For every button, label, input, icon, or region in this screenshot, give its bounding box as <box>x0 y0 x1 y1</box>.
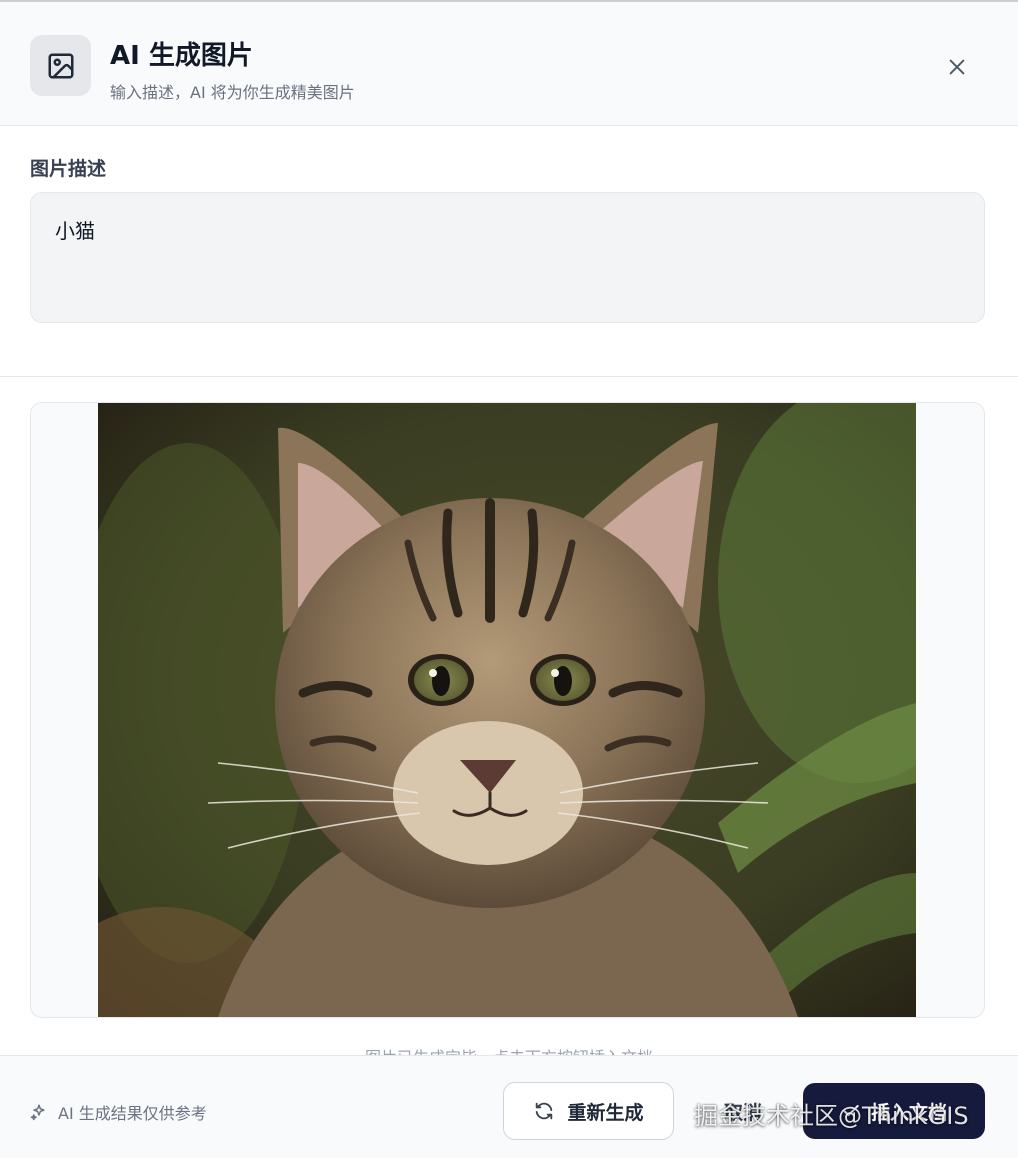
dialog-footer: AI 生成结果仅供参考 重新生成 取消 插入文档 <box>0 1055 1018 1158</box>
close-icon <box>949 59 965 75</box>
disclaimer: AI 生成结果仅供参考 <box>30 1100 207 1124</box>
refresh-icon <box>536 1102 553 1120</box>
close-button[interactable] <box>938 48 976 86</box>
image-icon <box>30 35 91 96</box>
description-input[interactable] <box>30 192 985 323</box>
insert-label: 插入文档 <box>870 1101 947 1124</box>
generated-kitten-image <box>98 403 916 1017</box>
dialog-subtitle: 输入描述，AI 将为你生成精美图片 <box>110 83 355 102</box>
regenerate-label: 重新生成 <box>567 1101 644 1124</box>
cancel-button[interactable]: 取消 <box>700 1082 786 1140</box>
ai-image-dialog: AI 生成图片 输入描述，AI 将为你生成精美图片 图片描述 小猫 AI 生成结… <box>0 0 1018 1158</box>
disclaimer-text: AI 生成结果仅供参考 <box>58 1104 207 1123</box>
regenerate-button[interactable]: 重新生成 <box>503 1082 674 1140</box>
image-preview-frame <box>30 402 985 1018</box>
dialog-header: AI 生成图片 输入描述，AI 将为你生成精美图片 <box>0 2 1018 126</box>
sparkle-icon <box>30 1104 45 1121</box>
insert-document-button[interactable]: 插入文档 <box>803 1083 985 1139</box>
section-divider <box>0 376 1018 377</box>
description-label: 图片描述 <box>30 158 107 180</box>
check-icon <box>843 1105 859 1117</box>
dialog-title: AI 生成图片 <box>110 41 253 71</box>
